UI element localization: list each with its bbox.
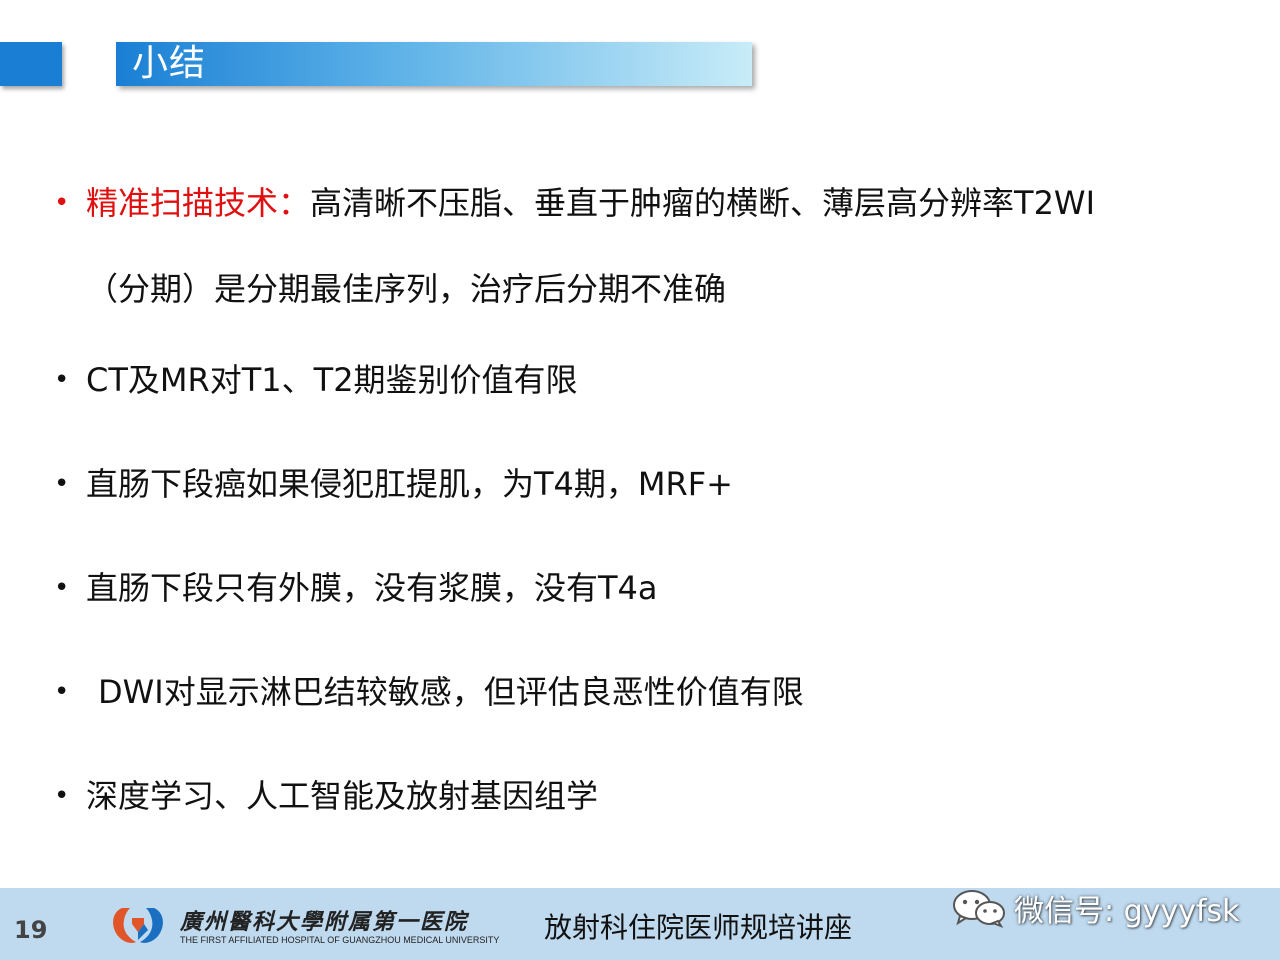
bullet-text: CT及MR对T1、T2期鉴别价值有限 (86, 361, 578, 399)
page-number: 19 (14, 916, 48, 944)
bullet-text: 深度学习、人工智能及放射基因组学 (86, 777, 599, 815)
page-title: 小结 (132, 43, 207, 84)
bullet-text: 直肠下段只有外膜，没有浆膜，没有T4a (86, 569, 658, 607)
bullet-symbol: • (54, 469, 70, 499)
bullet-highlight: 精准扫描技术： (86, 184, 311, 222)
bullet-symbol: • (54, 677, 70, 707)
lecture-title: 放射科住院医师规培讲座 (544, 911, 853, 944)
bullet-item: • CT及MR对T1、T2期鉴别价值有限 (48, 350, 1248, 410)
bullet-item: • DWI对显示淋巴结较敏感，但评估良恶性价值有限 (48, 662, 1248, 722)
wechat-watermark: 微信号: gyyyfsk (950, 888, 1240, 929)
footer: 19 廣州醫科大學附属第一医院 THE FIRST AFFILIATED HOS… (0, 888, 1280, 960)
wechat-label: 微信号: gyyyfsk (1014, 894, 1240, 929)
bullet-symbol: • (54, 188, 70, 218)
bullet-symbol: • (54, 365, 70, 395)
bullet-text: DWI对显示淋巴结较敏感，但评估良恶性价值有限 (98, 673, 804, 711)
bullet-continuation: （分期）是分期最佳序列，治疗后分期不准确 (86, 270, 727, 308)
bullet-item: • 深度学习、人工智能及放射基因组学 (48, 766, 1248, 826)
bullet-item: • 精准扫描技术：高清晰不压脂、垂直于肿瘤的横断、薄层高分辨率T2WI （分期）… (48, 160, 1248, 332)
wechat-icon (953, 890, 1005, 928)
hospital-logo-icon (113, 908, 163, 943)
bullet-item: • 直肠下段癌如果侵犯肛提肌，为T4期，MRF+ (48, 454, 1248, 514)
title-bar: 小结 (116, 42, 752, 86)
bullet-text: 高清晰不压脂、垂直于肿瘤的横断、薄层高分辨率T2WI (310, 184, 1096, 222)
hospital-name-cn: 廣州醫科大學附属第一医院 (180, 909, 469, 935)
bullet-text: 直肠下段癌如果侵犯肛提肌，为T4期，MRF+ (86, 465, 733, 503)
bullet-symbol: • (54, 781, 70, 811)
bullet-symbol: • (54, 573, 70, 603)
left-accent-bar (0, 42, 62, 86)
bullet-item: • 直肠下段只有外膜，没有浆膜，没有T4a (48, 558, 1248, 618)
bullet-list: • 精准扫描技术：高清晰不压脂、垂直于肿瘤的横断、薄层高分辨率T2WI （分期）… (48, 160, 1248, 870)
hospital-name-en: THE FIRST AFFILIATED HOSPITAL OF GUANGZH… (180, 935, 500, 945)
